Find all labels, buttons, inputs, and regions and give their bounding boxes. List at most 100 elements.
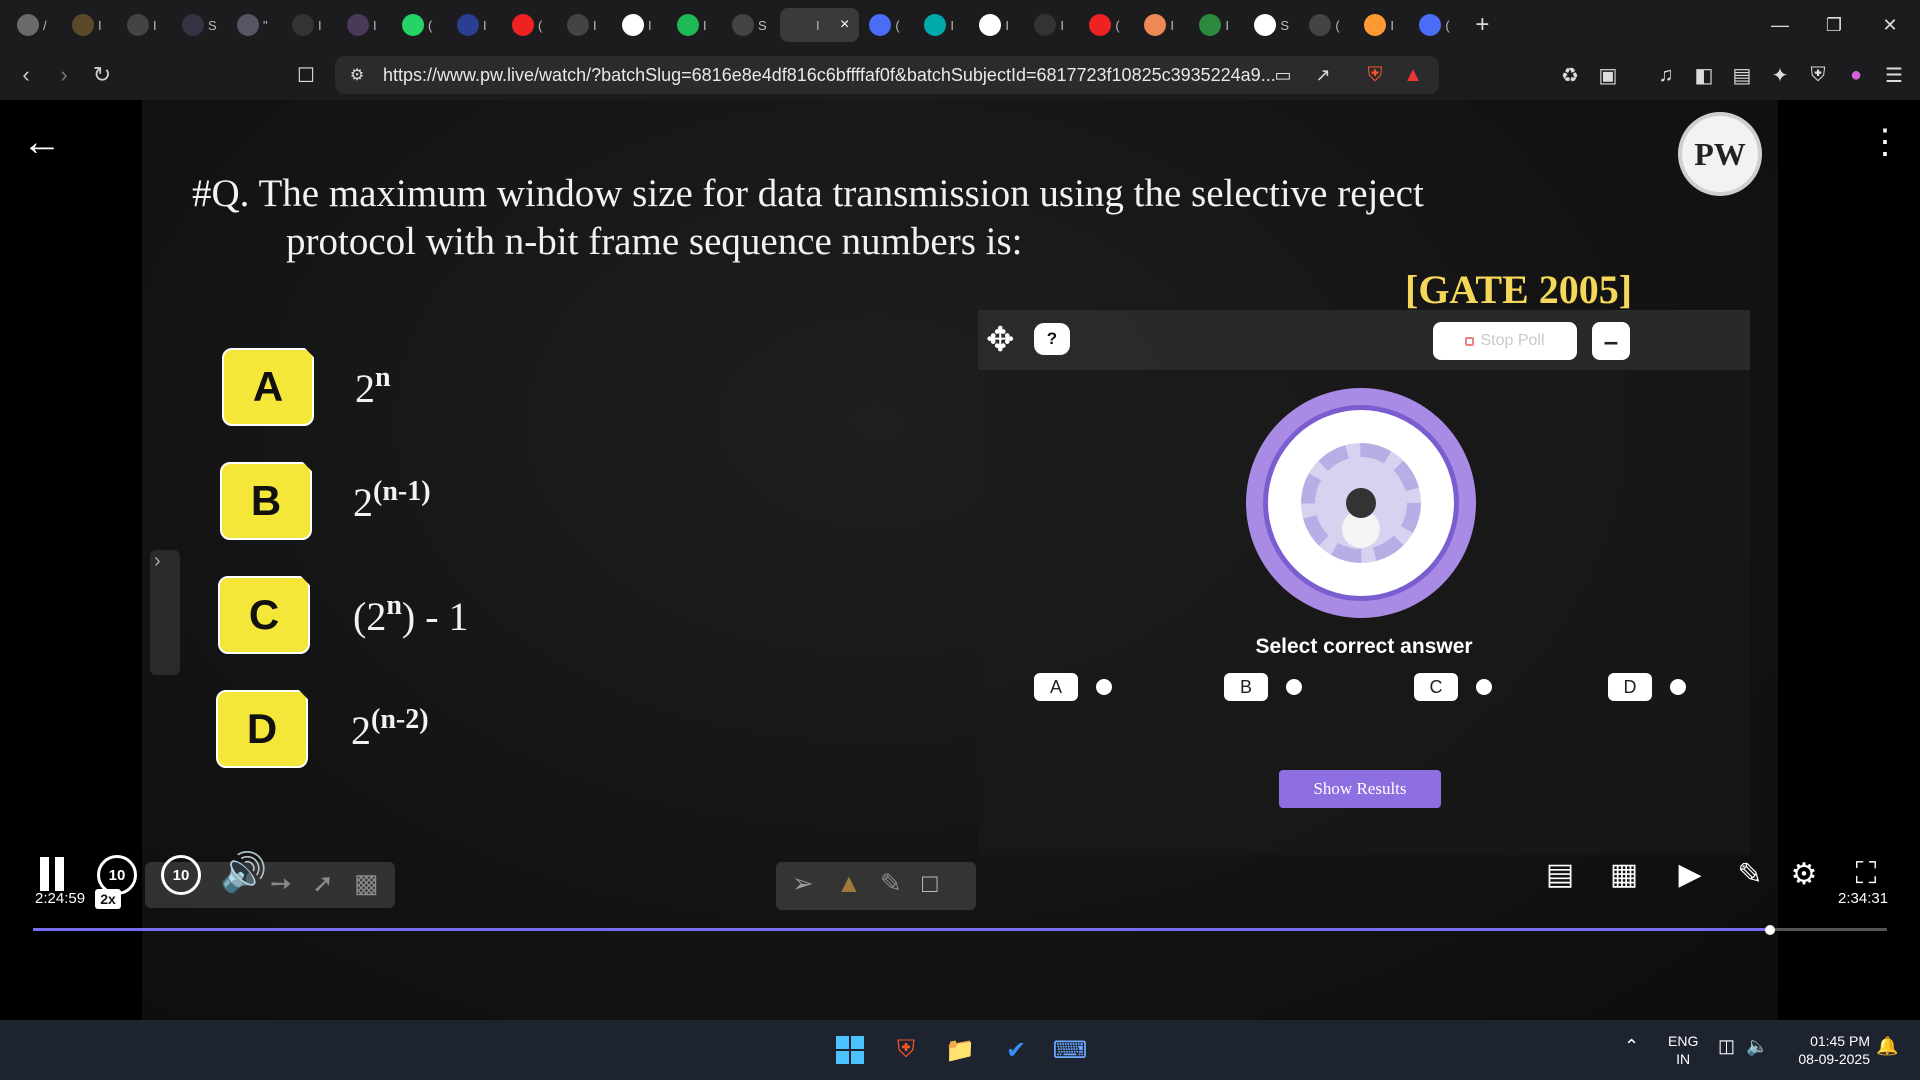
- browser-tab[interactable]: (: [395, 8, 447, 42]
- settings-icon[interactable]: ⚙: [1782, 852, 1826, 896]
- leo-ai-icon[interactable]: ✦: [1762, 50, 1798, 100]
- browser-tab[interactable]: I: [917, 8, 969, 42]
- rewind-10-button[interactable]: 10: [97, 855, 137, 895]
- media-icon[interactable]: ♫: [1648, 50, 1684, 100]
- system-clock[interactable]: 01:45 PM 08-09-2025: [1786, 1032, 1870, 1068]
- highlighter-tool-icon[interactable]: ▲: [836, 868, 862, 899]
- browser-tab[interactable]: I: [120, 8, 172, 42]
- url-text[interactable]: https://www.pw.live/watch/?batchSlug=681…: [383, 65, 1276, 86]
- pause-button[interactable]: [36, 852, 68, 896]
- more-options-icon[interactable]: ⋮: [1868, 122, 1902, 162]
- poll-choice-d[interactable]: D: [1608, 673, 1686, 701]
- browser-tab[interactable]: I: [65, 8, 117, 42]
- browser-tab[interactable]: I ×: [780, 8, 860, 42]
- progress-bar[interactable]: [33, 925, 1887, 935]
- browser-tab[interactable]: I: [1137, 8, 1189, 42]
- chat-icon[interactable]: ▤: [1538, 852, 1582, 896]
- fullscreen-icon[interactable]: ⛶: [1844, 852, 1888, 896]
- close-window-icon[interactable]: ✕: [1862, 0, 1918, 50]
- keyboard-app-icon[interactable]: ⌨: [1052, 1032, 1088, 1068]
- radio-icon[interactable]: [1476, 679, 1492, 695]
- browser-tab[interactable]: /: [10, 8, 62, 42]
- browser-tab[interactable]: I: [450, 8, 502, 42]
- browser-tab[interactable]: I: [340, 8, 392, 42]
- browser-tab[interactable]: I: [972, 8, 1024, 42]
- browser-tab[interactable]: I: [615, 8, 667, 42]
- move-icon[interactable]: ✥: [986, 320, 1015, 360]
- browser-tab[interactable]: (: [505, 8, 557, 42]
- brave-shields-icon[interactable]: ⛨: [1357, 50, 1393, 100]
- forward-10-button[interactable]: 10: [161, 855, 201, 895]
- reader-icon[interactable]: ▣: [1590, 50, 1626, 100]
- poll-choice-a[interactable]: A: [1034, 673, 1112, 701]
- collapse-poll-button[interactable]: –: [1592, 322, 1630, 360]
- input-language[interactable]: ENG IN: [1668, 1032, 1698, 1068]
- site-info-icon[interactable]: ⚙: [339, 50, 375, 100]
- poll-choice-c[interactable]: C: [1414, 673, 1492, 701]
- brave-rewards-icon[interactable]: ▲: [1395, 50, 1431, 100]
- playlist-icon[interactable]: ▶: [1668, 852, 1712, 896]
- vpn-icon[interactable]: ⛨: [1800, 50, 1836, 100]
- browser-tab[interactable]: I: [670, 8, 722, 42]
- browser-tab[interactable]: S: [175, 8, 227, 42]
- browser-tab[interactable]: (: [862, 8, 914, 42]
- tab-title: I: [153, 17, 157, 33]
- restore-icon[interactable]: ❐: [1806, 0, 1862, 50]
- new-tab-icon[interactable]: +: [1475, 11, 1489, 39]
- browser-tab[interactable]: I: [1027, 8, 1079, 42]
- browser-tab[interactable]: S: [1247, 8, 1299, 42]
- sidebar-icon[interactable]: ◧: [1686, 50, 1722, 100]
- back-icon[interactable]: ‹: [8, 50, 44, 100]
- tab-title: (: [895, 17, 900, 33]
- slide-panel-handle[interactable]: ›: [150, 550, 180, 675]
- forward-icon[interactable]: ›: [46, 50, 82, 100]
- shape-tool-icon[interactable]: □: [922, 868, 938, 899]
- file-explorer-icon[interactable]: 📁: [942, 1032, 978, 1068]
- translate-icon[interactable]: ▦: [1602, 852, 1646, 896]
- brave-browser-icon[interactable]: ⛨: [888, 1032, 924, 1068]
- browser-tab[interactable]: (: [1302, 8, 1354, 42]
- image-tool-icon[interactable]: ▩: [354, 868, 379, 899]
- todo-icon[interactable]: ✔: [998, 1032, 1034, 1068]
- browser-tab[interactable]: (: [1412, 8, 1464, 42]
- pen-tool-icon[interactable]: ✎: [880, 868, 902, 899]
- network-icon[interactable]: ◫: [1718, 1036, 1735, 1057]
- browser-tab[interactable]: I: [1192, 8, 1244, 42]
- notification-bell-icon[interactable]: 🔔: [1876, 1036, 1898, 1057]
- radio-icon[interactable]: [1286, 679, 1302, 695]
- bookmark-icon[interactable]: ☐: [288, 50, 324, 100]
- help-icon[interactable]: ?: [1034, 323, 1070, 355]
- show-results-button[interactable]: Show Results: [1279, 770, 1441, 808]
- browser-tab[interactable]: S: [725, 8, 777, 42]
- poll-choice-b[interactable]: B: [1224, 673, 1302, 701]
- app-icon: [72, 14, 94, 36]
- tray-overflow-icon[interactable]: ⌃: [1624, 1036, 1639, 1057]
- browser-tab[interactable]: (: [1082, 8, 1134, 42]
- browser-tab[interactable]: I: [285, 8, 337, 42]
- menu-icon[interactable]: ☰: [1876, 50, 1912, 100]
- stop-poll-button[interactable]: Stop Poll: [1433, 322, 1577, 360]
- address-bar[interactable]: ⚙ https://www.pw.live/watch/?batchSlug=6…: [335, 56, 1439, 94]
- pointer-tool-icon[interactable]: ➚: [312, 868, 334, 899]
- browser-tab[interactable]: I: [560, 8, 612, 42]
- minimize-icon[interactable]: —: [1752, 0, 1808, 50]
- extensions-icon[interactable]: ♻: [1552, 50, 1588, 100]
- cast-icon[interactable]: ▭: [1265, 50, 1301, 100]
- browser-tab[interactable]: ": [230, 8, 282, 42]
- browser-tab[interactable]: I: [1357, 8, 1409, 42]
- back-arrow-icon[interactable]: ←: [22, 120, 62, 165]
- notes-icon[interactable]: ✎: [1728, 852, 1772, 896]
- windows-start-icon[interactable]: [832, 1032, 868, 1068]
- reload-icon[interactable]: ↻: [84, 50, 120, 100]
- speaker-icon[interactable]: 🔈: [1746, 1036, 1768, 1057]
- radio-icon[interactable]: [1096, 679, 1112, 695]
- wallet-icon[interactable]: ▤: [1724, 50, 1760, 100]
- volume-icon[interactable]: 🔊: [220, 851, 267, 895]
- cursor-tool-icon[interactable]: ➢: [792, 868, 814, 899]
- radio-icon[interactable]: [1670, 679, 1686, 695]
- pw-logo: PW: [1678, 112, 1762, 196]
- profile-icon[interactable]: ●: [1838, 50, 1874, 100]
- share-icon[interactable]: ↗: [1305, 50, 1341, 100]
- close-tab-icon[interactable]: ×: [840, 16, 849, 34]
- pin-icon[interactable]: ➙: [270, 868, 292, 899]
